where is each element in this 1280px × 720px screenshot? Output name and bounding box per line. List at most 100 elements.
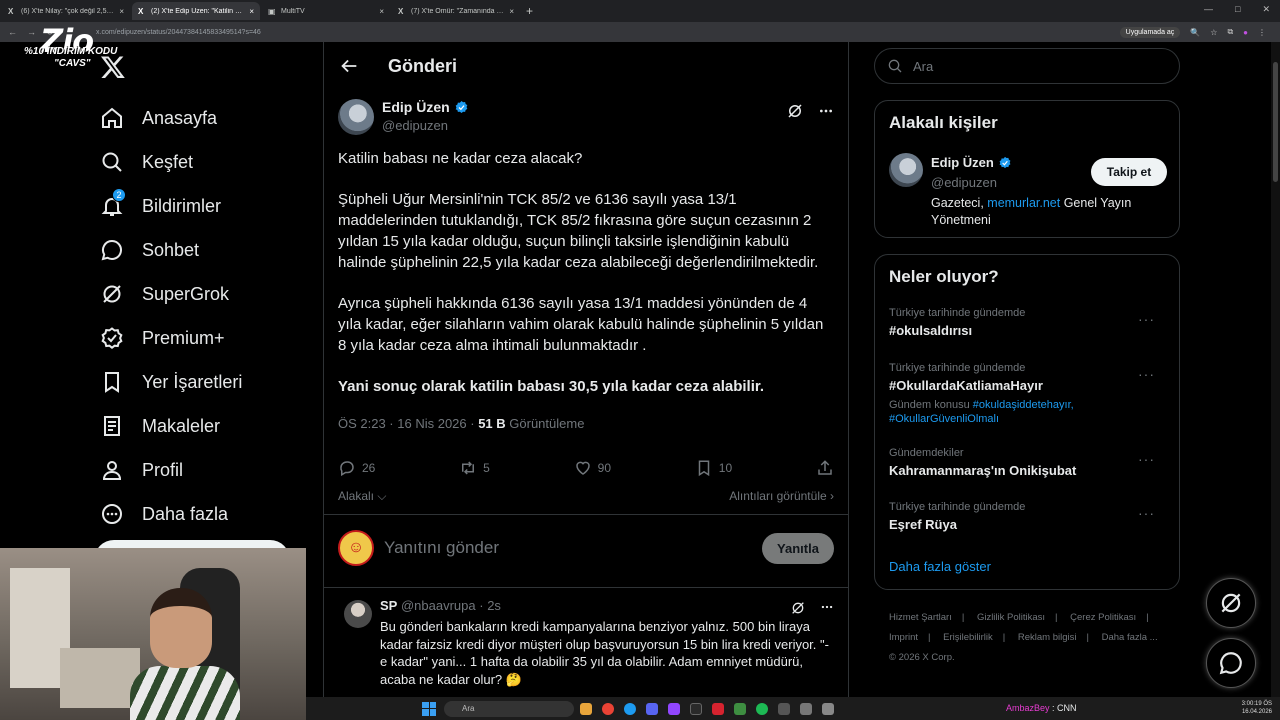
related-handle[interactable]: @edipuzen xyxy=(931,175,997,190)
nav-item-premium[interactable]: Premium+ xyxy=(100,316,320,360)
page-scrollbar[interactable] xyxy=(1271,42,1280,697)
messages-fab-button[interactable] xyxy=(1206,638,1256,688)
menu-icon[interactable]: ⋮ xyxy=(1258,28,1266,37)
bio-link[interactable]: memurlar.net xyxy=(987,196,1060,210)
scroll-thumb[interactable] xyxy=(1273,62,1278,182)
reply-time[interactable]: 2s xyxy=(487,598,501,613)
author-name[interactable]: Edip Üzen xyxy=(382,99,450,115)
windows-start-icon[interactable] xyxy=(422,701,436,716)
more-dots-icon[interactable]: ··· xyxy=(1138,366,1155,382)
twitch-icon[interactable] xyxy=(668,702,680,715)
back-arrow-icon[interactable]: ← xyxy=(8,27,17,38)
avatar[interactable] xyxy=(338,99,374,135)
browser-tab[interactable]: ▣ MultiTV × xyxy=(262,2,390,20)
close-icon[interactable]: × xyxy=(509,7,514,16)
more-dots-icon[interactable]: ··· xyxy=(1138,311,1155,327)
browser-tab[interactable]: X (6) X'te Nilay: "çok değil 2,5 se × xyxy=(2,2,130,20)
browser-tab[interactable]: X (7) X'te Ömür: "Zamanında ken × xyxy=(392,2,520,20)
reply-author-handle[interactable]: @nbaavrupa xyxy=(401,598,476,613)
close-icon[interactable]: × xyxy=(119,7,124,16)
like-action[interactable]: 90 xyxy=(574,459,611,477)
grok-fab-button[interactable] xyxy=(1206,578,1256,628)
more-dots-icon[interactable] xyxy=(820,600,834,614)
close-icon[interactable]: × xyxy=(249,7,254,16)
avatar[interactable]: ☺ xyxy=(338,530,374,566)
more-dots-icon[interactable]: ··· xyxy=(1138,451,1155,467)
edge-icon[interactable] xyxy=(624,702,636,715)
nav-item-profile[interactable]: Profil xyxy=(100,448,320,492)
avatar[interactable] xyxy=(344,600,372,628)
nav-item-articles[interactable]: Makaleler xyxy=(100,404,320,448)
close-window-icon[interactable]: ✕ xyxy=(1262,4,1270,15)
nav-item-chat[interactable]: Sohbet xyxy=(100,228,320,272)
extensions-icon[interactable]: ⧉ xyxy=(1227,27,1233,37)
app-icon[interactable] xyxy=(712,702,724,715)
reply-button[interactable]: Yanıtla xyxy=(762,532,834,564)
author-handle[interactable]: @edipuzen xyxy=(382,118,469,133)
taskbar-search[interactable]: Ara xyxy=(444,700,574,717)
nav-item-explore[interactable]: Keşfet xyxy=(100,140,320,184)
footer-link[interactable]: Imprint xyxy=(889,632,918,643)
back-arrow-icon[interactable] xyxy=(338,55,360,77)
taskbar-clock[interactable]: 3:00:19 ÖS 16.04.2026 xyxy=(1242,700,1272,716)
post-timestamp[interactable]: ÖS 2:23 · 16 Nis 2026 · xyxy=(338,416,478,431)
nav-item-notifications[interactable]: 2 Bildirimler xyxy=(100,184,320,228)
obs-icon[interactable] xyxy=(690,702,702,715)
app-icon[interactable] xyxy=(800,702,812,715)
reply-author-name[interactable]: SP xyxy=(380,598,397,613)
url-field[interactable]: x.com/edipuzen/status/204473841458334951… xyxy=(96,29,1120,36)
footer-link[interactable]: Çerez Politikası xyxy=(1070,612,1136,623)
profile-icon[interactable]: ● xyxy=(1243,28,1248,37)
reply-header: SP @nbaavrupa · 2s xyxy=(380,598,501,613)
chrome-icon[interactable] xyxy=(602,702,614,715)
webcam-overlay xyxy=(0,548,306,720)
nav-item-home[interactable]: Anasayfa xyxy=(100,96,320,140)
browser-tab-active[interactable]: X (2) X'te Edip Üzen: "Katilin baba × xyxy=(132,2,260,20)
spotify-icon[interactable] xyxy=(756,702,768,715)
minimize-icon[interactable]: — xyxy=(1204,4,1213,15)
footer-link[interactable]: Reklam bilgisi xyxy=(1018,632,1077,643)
more-dots-icon[interactable]: ··· xyxy=(1138,505,1155,521)
grok-icon[interactable] xyxy=(786,102,804,120)
more-dots-icon[interactable] xyxy=(818,103,834,119)
show-more-link[interactable]: Daha fazla göster xyxy=(889,559,991,574)
footer-link[interactable]: Gizlilik Politikası xyxy=(977,612,1045,623)
related-name[interactable]: Edip Üzen xyxy=(931,155,994,170)
settings-icon[interactable] xyxy=(822,702,834,715)
repost-action[interactable]: 5 xyxy=(459,459,490,477)
file-explorer-icon[interactable] xyxy=(580,702,592,715)
star-icon[interactable]: ☆ xyxy=(1210,28,1217,37)
grok-icon[interactable] xyxy=(790,600,806,616)
trend-item[interactable]: Türkiye tarihinde gündemde #OkullardaKat… xyxy=(889,362,1169,426)
app-icon[interactable] xyxy=(778,702,790,715)
reply-input[interactable]: Yanıtını gönder xyxy=(384,538,762,558)
app-icon[interactable] xyxy=(734,702,746,715)
nav-item-supergrok[interactable]: SuperGrok xyxy=(100,272,320,316)
reply-action[interactable]: 26 xyxy=(338,459,375,477)
avatar[interactable] xyxy=(889,153,923,187)
view-quotes-link[interactable]: Alıntıları görüntüle › xyxy=(729,489,834,504)
share-action[interactable] xyxy=(816,459,834,477)
footer-link[interactable]: Erişilebilirlik xyxy=(943,632,993,643)
x-logo-icon[interactable] xyxy=(100,54,126,80)
footer-link[interactable]: Hizmet Şartları xyxy=(889,612,952,623)
views-label: Görüntüleme xyxy=(505,416,585,431)
trend-item[interactable]: Gündemdekiler Kahramanmaraş'ın Onikişuba… xyxy=(889,447,1169,478)
relevance-dropdown[interactable]: Alakalı ⌵ xyxy=(338,489,386,504)
nav-item-bookmarks[interactable]: Yer İşaretleri xyxy=(100,360,320,404)
footer-link[interactable]: Daha fazla ... xyxy=(1102,632,1158,643)
open-in-app-button[interactable]: Uygulamada aç xyxy=(1119,26,1181,38)
maximize-icon[interactable]: □ xyxy=(1235,4,1240,15)
stream-ticker: AmbazBey : CNN xyxy=(1006,703,1077,713)
trend-item[interactable]: Türkiye tarihinde gündemde Eşref Rüya ··… xyxy=(889,501,1169,532)
search-input[interactable]: Ara xyxy=(874,48,1180,84)
close-icon[interactable]: × xyxy=(379,7,384,16)
follow-button[interactable]: Takip et xyxy=(1091,158,1167,186)
nav-item-more[interactable]: Daha fazla xyxy=(100,492,320,536)
discord-icon[interactable] xyxy=(646,702,658,715)
new-tab-icon[interactable]: + xyxy=(526,4,533,18)
zoom-icon[interactable]: 🔍 xyxy=(1190,28,1200,37)
bookmark-action[interactable]: 10 xyxy=(695,459,732,477)
promo-line-2: "CAVS" xyxy=(54,58,91,69)
trend-item[interactable]: Türkiye tarihinde gündemde #okulsaldırıs… xyxy=(889,307,1169,338)
